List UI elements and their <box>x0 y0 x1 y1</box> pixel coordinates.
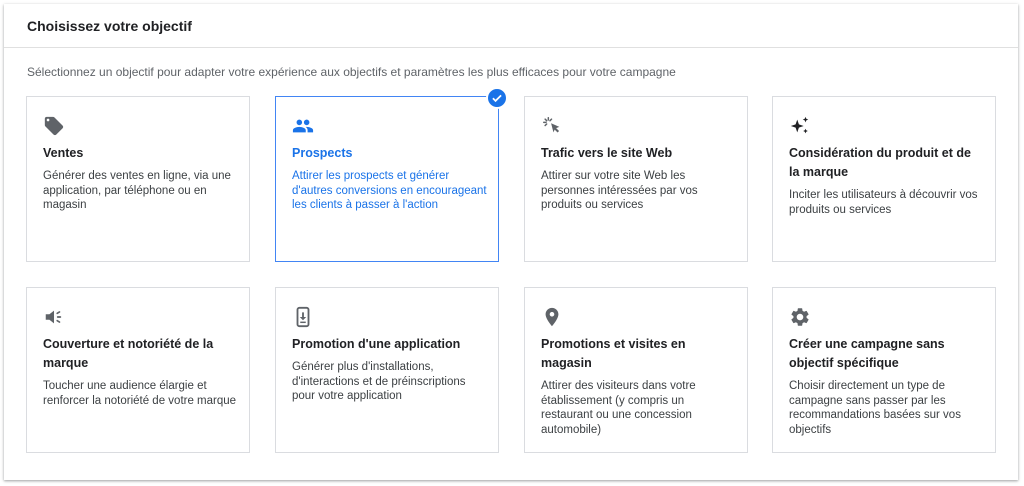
check-icon <box>486 87 508 109</box>
card-description: Inciter les utilisateurs à découvrir vos… <box>789 189 978 216</box>
tag-icon <box>43 115 65 137</box>
objective-card-prospects[interactable]: Prospects Attirer les prospects et génér… <box>275 87 508 262</box>
phone-download-icon <box>292 306 314 328</box>
objective-card-ventes[interactable]: Ventes Générer des ventes en ligne, via … <box>26 96 250 262</box>
card-title: Prospects <box>292 146 353 160</box>
objective-subtitle: Sélectionnez un objectif pour adapter vo… <box>27 65 676 79</box>
card-title: Couverture et notoriété de la marque <box>43 337 214 370</box>
sparkle-icon <box>789 115 811 137</box>
page-title: Choisissez votre objectif <box>27 17 192 34</box>
card-description: Toucher une audience élargie et renforce… <box>43 380 237 407</box>
card-description: Générer des ventes en ligne, via une app… <box>43 170 231 211</box>
card-title: Considération du produit et de la marque <box>789 146 971 179</box>
objective-panel: Choisissez votre objectif Sélectionnez u… <box>4 4 1018 480</box>
card-title: Promotions et visites en magasin <box>541 337 686 370</box>
objective-card-magasin[interactable]: Promotions et visites en magasin Attirer… <box>524 287 748 453</box>
card-description: Attirer les prospects et générer d'autre… <box>292 170 487 211</box>
gear-icon <box>789 306 811 328</box>
objective-card-trafic[interactable]: Trafic vers le site Web Attirer sur votr… <box>524 96 748 262</box>
objective-card-couverture[interactable]: Couverture et notoriété de la marque Tou… <box>26 287 250 453</box>
card-description: Choisir directement un type de campagne … <box>789 380 961 436</box>
objective-card-consideration[interactable]: Considération du produit et de la marque… <box>772 96 996 262</box>
people-icon <box>292 115 314 137</box>
card-description: Attirer sur votre site Web les personnes… <box>541 170 698 211</box>
card-title: Trafic vers le site Web <box>541 146 673 160</box>
objective-card-sans-objectif[interactable]: Créer une campagne sans objectif spécifi… <box>772 287 996 453</box>
objective-card-application[interactable]: Promotion d'une application Générer plus… <box>275 287 499 453</box>
cursor-click-icon <box>541 115 563 137</box>
card-title: Ventes <box>43 146 84 160</box>
location-pin-icon <box>541 306 563 328</box>
panel-header: Choisissez votre objectif <box>4 4 1018 48</box>
card-title: Promotion d'une application <box>292 337 461 351</box>
megaphone-icon <box>43 306 65 328</box>
card-description: Attirer des visiteurs dans votre établis… <box>541 380 696 436</box>
card-description: Générer plus d'installations, d'interact… <box>292 361 466 402</box>
card-title: Créer une campagne sans objectif spécifi… <box>789 337 945 370</box>
